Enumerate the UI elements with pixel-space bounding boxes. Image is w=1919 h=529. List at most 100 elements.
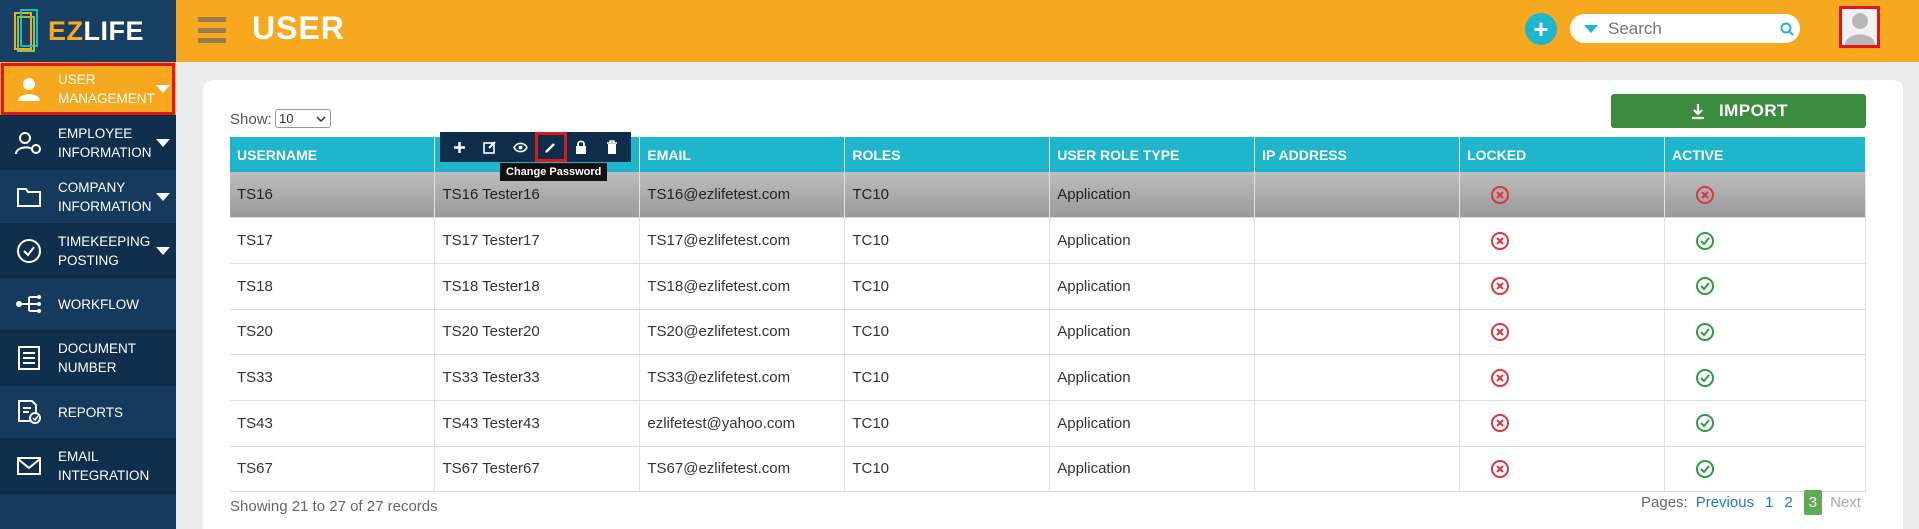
row-action-toolbar (440, 132, 631, 162)
logo-text: EZLIFE (48, 16, 144, 47)
cell-email: TS33@ezlifetest.com (639, 354, 846, 401)
cell-email: TS67@ezlifetest.com (639, 446, 846, 493)
add-button[interactable]: + (1525, 13, 1557, 45)
chevron-down-icon (156, 84, 170, 93)
table-row[interactable]: TS33 TS33 Tester33 TS33@ezlifetest.com TC10… (230, 354, 1866, 401)
x-circle-icon (1491, 414, 1510, 433)
table-row[interactable]: TS20 TS20 Tester20 TS20@ezlifetest.com TC10… (230, 309, 1866, 356)
column-header[interactable]: USER ROLE TYPE (1049, 137, 1256, 172)
search-bar (1570, 14, 1800, 43)
cell-ip (1254, 263, 1461, 310)
cell-roles: TC10 (844, 172, 1051, 219)
cell-locked (1459, 217, 1665, 264)
cell-role-type: Application (1049, 217, 1256, 264)
add-row-button[interactable] (446, 135, 472, 159)
cell-roles: TC10 (844, 263, 1051, 310)
cell-locked (1459, 309, 1665, 356)
cell-email: TS17@ezlifetest.com (639, 217, 846, 264)
check-circle-icon (1696, 277, 1714, 296)
pencil-icon (545, 142, 556, 153)
table-row[interactable]: TS18 TS18 Tester18 TS18@ezlifetest.com TC10… (230, 263, 1866, 310)
user-gear-icon (15, 131, 41, 154)
app-logo[interactable]: EZLIFE (0, 0, 176, 62)
cell-locked (1459, 172, 1665, 219)
cell-active (1664, 263, 1866, 310)
table-row[interactable]: TS17 TS17 Tester17 TS17@ezlifetest.com TC10… (230, 217, 1866, 264)
change-password-button[interactable] (534, 132, 567, 162)
column-header[interactable]: ROLES (844, 137, 1051, 172)
delete-row-button[interactable] (599, 135, 625, 159)
search-icon[interactable] (1780, 22, 1794, 36)
column-header[interactable]: USERNAME (230, 137, 436, 172)
x-circle-icon (1491, 277, 1510, 296)
x-circle-icon (1491, 322, 1510, 341)
import-button[interactable]: IMPORT (1611, 94, 1866, 128)
menu-toggle-icon[interactable] (198, 17, 226, 43)
cell-ip (1254, 309, 1461, 356)
sidebar-item-label: TIMEKEEPING POSTING (58, 233, 151, 268)
cell-roles: TC10 (844, 446, 1051, 493)
search-filter-dropdown[interactable] (1584, 24, 1598, 33)
sidebar-item-reports[interactable]: REPORTS (0, 386, 176, 439)
sidebar-item-email-integration[interactable]: EMAIL INTEGRATION (0, 439, 176, 494)
pagination-page-1[interactable]: 1 (1765, 494, 1773, 511)
cell-name: TS17 Tester17 (434, 217, 641, 264)
sidebar-item-company-information[interactable]: COMPANY INFORMATION (0, 170, 176, 224)
show-label: Show: (230, 111, 272, 128)
sidebar-item-user-management[interactable]: USER MANAGEMENT (0, 62, 176, 116)
import-label: IMPORT (1718, 101, 1789, 120)
pagination-page-2[interactable]: 2 (1784, 494, 1792, 511)
check-circle-icon (1696, 459, 1714, 478)
cell-locked (1459, 263, 1665, 310)
cell-username: TS43 (230, 400, 436, 447)
check-circle-icon (1696, 231, 1714, 250)
view-row-button[interactable] (507, 135, 533, 159)
edit-row-button[interactable] (477, 135, 503, 159)
folder-icon (17, 187, 41, 207)
lock-row-button[interactable] (568, 135, 594, 159)
column-header[interactable]: LOCKED (1459, 137, 1665, 172)
pagination-page-current[interactable]: 3 (1803, 490, 1823, 515)
cell-role-type: Application (1049, 446, 1256, 493)
sidebar-item-label: USER MANAGEMENT (58, 71, 155, 106)
cell-roles: TC10 (844, 354, 1051, 401)
cell-ip (1254, 400, 1461, 447)
workflow-icon (16, 295, 41, 313)
cell-username: TS20 (230, 309, 436, 356)
chevron-down-icon (156, 192, 170, 201)
cell-active (1664, 217, 1866, 264)
column-header[interactable]: IP ADDRESS (1254, 137, 1461, 172)
check-circle-icon (1696, 368, 1714, 387)
column-header[interactable]: EMAIL (639, 137, 846, 172)
page-size-select[interactable]: 10 (275, 109, 331, 128)
chevron-down-icon (316, 115, 326, 122)
sidebar-item-workflow[interactable]: WORKFLOW (0, 278, 176, 331)
sidebar-item-employee-information[interactable]: EMPLOYEE INFORMATION (0, 116, 176, 170)
avatar[interactable] (1839, 6, 1880, 48)
sidebar-item-label: COMPANY INFORMATION (58, 179, 152, 214)
table-row[interactable]: TS43 TS43 Tester43 ezlifetest@yahoo.com TC1… (230, 400, 1866, 447)
x-circle-icon (1491, 459, 1510, 478)
cell-role-type: Application (1049, 172, 1256, 219)
check-circle-icon (1696, 322, 1714, 341)
cell-active (1664, 446, 1866, 493)
x-circle-icon (1491, 185, 1510, 204)
cell-locked (1459, 400, 1665, 447)
lock-icon (576, 140, 587, 154)
table-row[interactable]: TS67 TS67 Tester67 TS67@ezlifetest.com TC10… (230, 446, 1866, 493)
column-header[interactable]: ACTIVE (1664, 137, 1866, 172)
eye-icon (512, 142, 528, 152)
pagination-previous[interactable]: Previous (1696, 494, 1754, 511)
search-input[interactable] (1608, 18, 1778, 39)
pagination-next[interactable]: Next (1830, 494, 1861, 511)
cell-username: TS18 (230, 263, 436, 310)
cell-email: TS20@ezlifetest.com (639, 309, 846, 356)
cell-ip (1254, 217, 1461, 264)
user-icon (18, 77, 40, 101)
x-circle-icon (1696, 185, 1714, 204)
sidebar-item-document-number[interactable]: DOCUMENT NUMBER (0, 331, 176, 386)
cell-roles: TC10 (844, 400, 1051, 447)
sidebar-item-timekeeping-posting[interactable]: TIMEKEEPING POSTING (0, 224, 176, 278)
report-icon (18, 400, 41, 424)
table-row[interactable]: TS16 TS16 Tester16 TS16@ezlifetest.com TC10… (230, 172, 1866, 219)
